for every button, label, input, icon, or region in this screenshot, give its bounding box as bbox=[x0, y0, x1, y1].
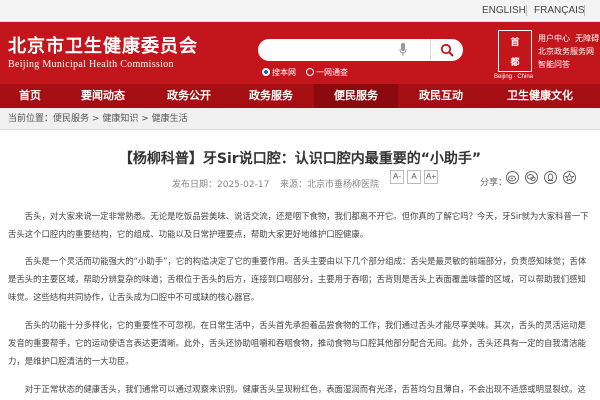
article-paragraph: 舌头的功能十分多样化，它的重要性不可忽视。在日常生活中，舌头首先承担着品尝食物的… bbox=[8, 320, 586, 366]
accessibility-link[interactable]: 无障碍 bbox=[575, 34, 599, 43]
language-bar: ENGLISH FRANÇAIS bbox=[0, 0, 600, 22]
nav-gov-affairs[interactable]: 政务公开 bbox=[156, 84, 222, 108]
nav-public-service[interactable]: 便民服务 bbox=[314, 84, 398, 108]
font-normal-button[interactable]: A bbox=[407, 170, 421, 184]
font-increase-button[interactable]: A+ bbox=[424, 170, 438, 184]
lang-separator bbox=[584, 5, 585, 16]
nav-health-culture[interactable]: 卫生健康文化 bbox=[488, 84, 592, 108]
search-icon bbox=[440, 43, 454, 57]
breadcrumb: 当前位置：便民服务 > 健康知识 > 健康生活 bbox=[0, 108, 600, 130]
nav-news[interactable]: 要闻动态 bbox=[70, 84, 136, 108]
nav-interaction[interactable]: 政民互动 bbox=[408, 84, 474, 108]
article-source: 来源：北京市垂杨柳医院 bbox=[280, 180, 380, 190]
lang-english-link[interactable]: ENGLISH bbox=[482, 5, 526, 16]
microphone-icon[interactable] bbox=[399, 43, 407, 57]
site-name[interactable]: 北京市卫生健康委员会 bbox=[8, 32, 198, 58]
font-decrease-button[interactable]: A- bbox=[390, 170, 404, 184]
article-paragraph: 舌头是一个灵活而功能强大的“小助手”，它的构造决定了它的重要作用。舌头主要由以下… bbox=[8, 256, 587, 302]
quick-links: 用户中心 无障碍 北京政务服务网 智能问答 bbox=[538, 32, 599, 71]
radio-unselected-icon bbox=[306, 68, 314, 76]
breadcrumb-separator: > bbox=[141, 114, 149, 124]
site-header: 北京市卫生健康委员会 Beijing Municipal Health Comm… bbox=[0, 22, 600, 84]
breadcrumb-separator: > bbox=[91, 114, 100, 124]
article-paragraph: 对于正常状态的健康舌头，我们通常可以通过观察来识别。健康舌头呈现粉红色，表面湿润… bbox=[24, 384, 586, 394]
qzone-share-icon[interactable] bbox=[563, 171, 576, 184]
weibo-share-icon[interactable] bbox=[506, 171, 519, 184]
smart-qa-link[interactable]: 智能问答 bbox=[538, 58, 599, 71]
logo-subtitle: Beijing · China bbox=[494, 74, 534, 80]
qq-share-icon[interactable] bbox=[544, 171, 557, 184]
nav-gov-service[interactable]: 政务服务 bbox=[238, 84, 304, 108]
breadcrumb-item-health-knowledge[interactable]: 健康知识 bbox=[102, 114, 138, 124]
article-paragraph: 舌头，对大家来说一定非常熟悉。无论是吃饭品尝美味、说话交流，还是咽下食物，我们都… bbox=[8, 211, 589, 239]
radio-selected-icon bbox=[262, 68, 270, 76]
breadcrumb-item-public-service[interactable]: 便民服务 bbox=[53, 114, 89, 124]
radio-search-all[interactable]: 一网通查 bbox=[306, 67, 348, 79]
wechat-share-icon[interactable] bbox=[525, 171, 538, 184]
lang-french-link[interactable]: FRANÇAIS bbox=[534, 5, 585, 16]
main-nav: 首页 要闻动态 政务公开 政务服务 便民服务 政民互动 卫生健康文化 bbox=[0, 84, 600, 108]
user-center-link[interactable]: 用户中心 bbox=[538, 34, 570, 43]
gov-service-link[interactable]: 北京政务服务网 bbox=[538, 45, 599, 58]
article-title: 【杨柳科普】牙Sir说口腔：认识口腔内最重要的“小助手” bbox=[118, 151, 482, 167]
radio-search-site[interactable]: 搜本网 bbox=[262, 67, 296, 79]
share-label: 分享： bbox=[480, 178, 508, 188]
search-button[interactable] bbox=[430, 39, 463, 61]
breadcrumb-label: 当前位置： bbox=[8, 114, 54, 124]
site-name-english: Beijing Municipal Health Commission bbox=[8, 59, 174, 70]
breadcrumb-item-healthy-living[interactable]: 健康生活 bbox=[152, 114, 188, 124]
nav-home[interactable]: 首页 bbox=[8, 84, 52, 108]
article-date: 发布日期：2025-02-17 bbox=[172, 180, 270, 190]
lang-separator bbox=[526, 5, 527, 16]
capital-logo[interactable]: 首 都 bbox=[498, 30, 532, 72]
search-box bbox=[258, 39, 430, 61]
search-input[interactable] bbox=[266, 41, 396, 59]
